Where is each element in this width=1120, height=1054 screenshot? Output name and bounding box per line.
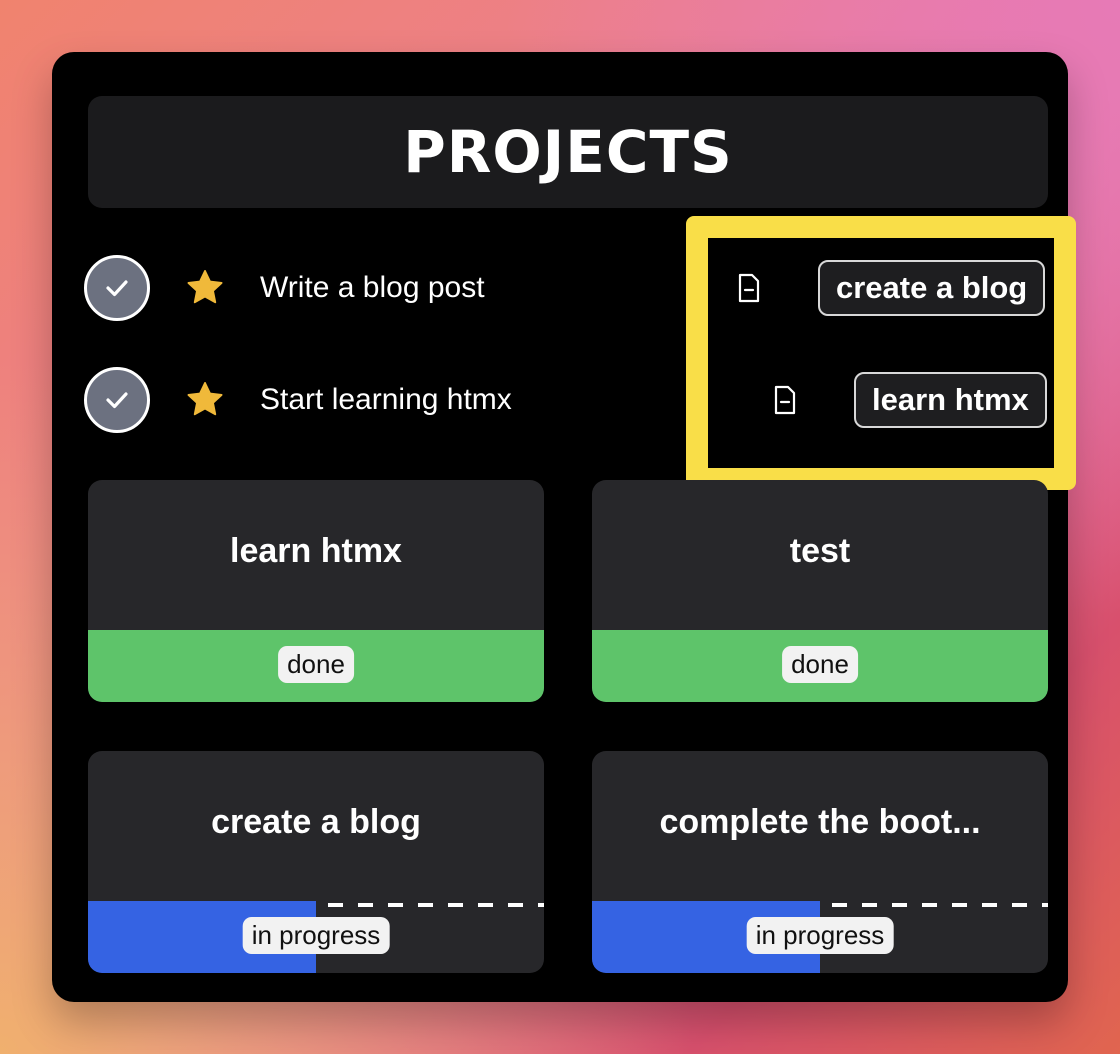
progress-dash-line xyxy=(328,903,544,907)
task-label: Write a blog post xyxy=(260,271,485,304)
status-bar: in progress xyxy=(88,901,544,973)
status-badge: in progress xyxy=(746,917,894,954)
status-badge: done xyxy=(278,646,354,683)
project-name: test xyxy=(789,532,851,570)
status-bar: done xyxy=(88,630,544,702)
status-badge: in progress xyxy=(242,917,390,954)
star-icon[interactable] xyxy=(184,379,226,421)
project-name: create a blog xyxy=(211,803,421,841)
tag-button-learn-htmx[interactable]: learn htmx xyxy=(854,372,1047,428)
document-icon xyxy=(736,273,762,303)
page-title: PROJECTS xyxy=(403,118,733,186)
task-checkbox[interactable] xyxy=(84,255,150,321)
status-bar: done xyxy=(592,630,1048,702)
task-item: Write a blog post xyxy=(84,252,485,324)
tag-row: learn htmx xyxy=(772,372,1047,428)
status-badge: done xyxy=(782,646,858,683)
task-label: Start learning htmx xyxy=(260,383,512,416)
projects-card: PROJECTS Write a blog post Start learnin xyxy=(52,52,1076,1002)
document-icon xyxy=(772,385,798,415)
project-card[interactable]: complete the boot... in progress xyxy=(592,751,1048,973)
star-icon[interactable] xyxy=(184,267,226,309)
task-checkbox[interactable] xyxy=(84,367,150,433)
task-item: Start learning htmx xyxy=(84,364,512,436)
check-icon xyxy=(106,392,128,409)
project-name: complete the boot... xyxy=(659,803,981,841)
check-icon xyxy=(106,280,128,297)
tag-row: create a blog xyxy=(736,260,1046,316)
tag-button-create-a-blog[interactable]: create a blog xyxy=(818,260,1046,316)
project-name: learn htmx xyxy=(230,532,402,570)
project-card[interactable]: create a blog in progress xyxy=(88,751,544,973)
status-bar: in progress xyxy=(592,901,1048,973)
highlight-frame: create a blog learn htmx xyxy=(686,216,1076,490)
project-card[interactable]: test done xyxy=(592,480,1048,702)
progress-dash-line xyxy=(832,903,1048,907)
title-bar: PROJECTS xyxy=(88,96,1048,208)
project-card[interactable]: learn htmx done xyxy=(88,480,544,702)
